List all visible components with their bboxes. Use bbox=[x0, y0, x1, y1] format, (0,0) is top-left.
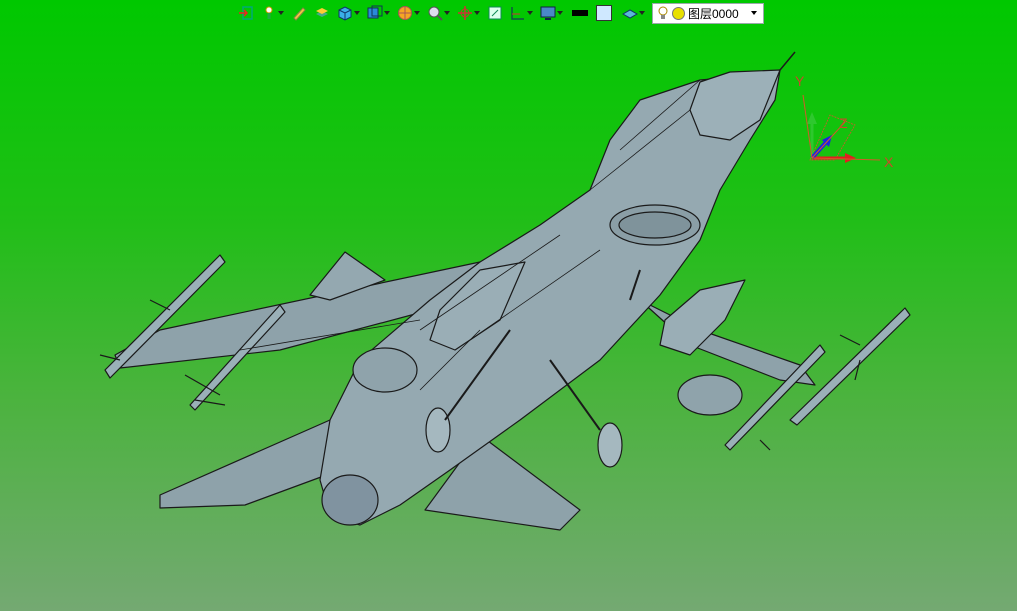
pencil-icon bbox=[291, 5, 307, 21]
layer-color-dot bbox=[672, 6, 685, 20]
layer-toggle-button[interactable] bbox=[622, 5, 645, 21]
f16-aircraft-model[interactable] bbox=[99, 51, 911, 531]
rotate-button[interactable] bbox=[457, 5, 480, 21]
intake-inner bbox=[618, 211, 692, 239]
view-cube-icon bbox=[367, 5, 383, 21]
layer-select[interactable]: 图层0000 bbox=[652, 2, 764, 24]
fit-view-button[interactable] bbox=[487, 5, 503, 21]
layer-stack-icon bbox=[314, 5, 330, 21]
engine-nozzle bbox=[321, 474, 379, 526]
layer-plane-icon bbox=[622, 5, 638, 21]
view-toolbar: 图层0000 bbox=[238, 2, 764, 24]
rotate-dropdown-icon[interactable] bbox=[473, 5, 480, 21]
right-main-wheel bbox=[597, 422, 623, 468]
view-orientation-button[interactable] bbox=[367, 5, 390, 21]
zoom-button[interactable] bbox=[427, 5, 450, 21]
layer-toggle-dropdown-icon[interactable] bbox=[638, 5, 645, 21]
section-button[interactable] bbox=[510, 5, 533, 21]
layer-dropdown-icon[interactable] bbox=[751, 10, 757, 15]
y-axis-label: Y bbox=[795, 73, 805, 89]
center-pod bbox=[352, 347, 418, 393]
zoom-icon bbox=[427, 5, 443, 21]
light-icon bbox=[261, 5, 277, 21]
display-icon bbox=[540, 5, 556, 21]
fit-view-icon bbox=[487, 5, 503, 21]
render-mode-button[interactable] bbox=[397, 5, 420, 21]
section-icon bbox=[510, 5, 526, 21]
display-button[interactable] bbox=[540, 5, 563, 21]
layers-button[interactable] bbox=[314, 5, 330, 21]
left-stabilizer bbox=[159, 419, 341, 509]
z-axis-label: Z bbox=[839, 115, 848, 131]
left-main-wheel bbox=[425, 407, 451, 453]
light-button[interactable] bbox=[261, 5, 284, 21]
view-dropdown-icon[interactable] bbox=[383, 5, 390, 21]
render-dropdown-icon[interactable] bbox=[413, 5, 420, 21]
cube-icon bbox=[337, 5, 353, 21]
light-dropdown-icon[interactable] bbox=[277, 5, 284, 21]
x-axis-label: X bbox=[884, 154, 894, 170]
sketch-button[interactable] bbox=[291, 5, 307, 21]
zoom-dropdown-icon[interactable] bbox=[443, 5, 450, 21]
import-button[interactable] bbox=[238, 5, 254, 21]
axis-triad: X Y Z bbox=[795, 73, 894, 170]
canopy bbox=[689, 69, 781, 141]
pitot-probe bbox=[779, 51, 796, 71]
fill-color-swatch[interactable] bbox=[596, 5, 612, 21]
section-dropdown-icon[interactable] bbox=[526, 5, 533, 21]
line-color-swatch[interactable] bbox=[572, 10, 588, 16]
import-icon bbox=[238, 5, 254, 21]
3d-viewport[interactable]: X Y Z bbox=[0, 0, 1017, 611]
layer-name: 图层0000 bbox=[688, 6, 739, 21]
display-dropdown-icon[interactable] bbox=[556, 5, 563, 21]
solid-button[interactable] bbox=[337, 5, 360, 21]
solid-dropdown-icon[interactable] bbox=[353, 5, 360, 21]
lightbulb-icon bbox=[657, 6, 669, 20]
right-pod bbox=[677, 374, 743, 416]
rotate-icon bbox=[457, 5, 473, 21]
render-ball-icon bbox=[397, 5, 413, 21]
